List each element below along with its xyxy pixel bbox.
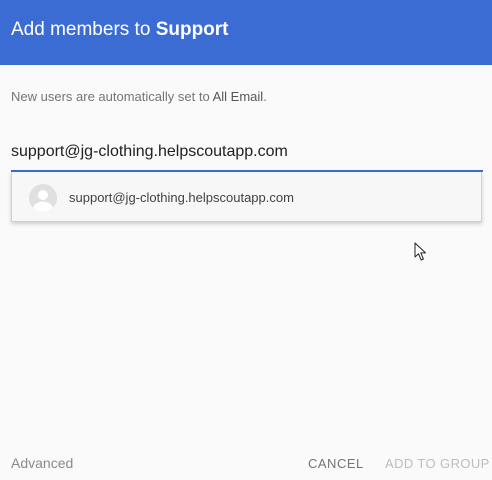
suggestion-item[interactable]: support@jg-clothing.helpscoutapp.com	[12, 172, 481, 221]
hint-suffix: .	[263, 89, 267, 104]
add-members-dialog: Add members to Support New users are aut…	[0, 0, 492, 480]
default-notification-hint: New users are automatically set to All E…	[11, 89, 267, 104]
dialog-header: Add members to Support	[0, 0, 492, 65]
dialog-title-group-name: Support	[155, 19, 229, 40]
suggestion-label: support@jg-clothing.helpscoutapp.com	[69, 190, 294, 205]
member-email-input[interactable]	[11, 138, 483, 166]
dialog-title: Add members to Support	[11, 19, 229, 41]
cancel-button[interactable]: CANCEL	[308, 456, 364, 471]
hint-prefix: New users are automatically set to	[11, 89, 210, 104]
dialog-title-prefix: Add members to	[11, 19, 151, 40]
default-avatar-icon	[29, 184, 57, 212]
add-to-group-button[interactable]: ADD TO GROUP	[385, 456, 490, 471]
mouse-pointer-icon	[414, 242, 426, 261]
autocomplete-suggestions: support@jg-clothing.helpscoutapp.com	[11, 172, 482, 222]
advanced-link[interactable]: Advanced	[11, 455, 73, 471]
hint-value: All Email	[212, 89, 264, 104]
